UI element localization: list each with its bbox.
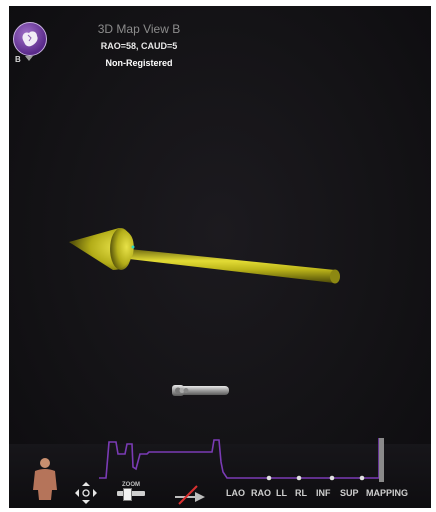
torso-orientation-icon[interactable]: [31, 456, 59, 502]
view-button-mapping[interactable]: MAPPING: [366, 488, 408, 498]
view-button-ll[interactable]: LL: [276, 488, 287, 498]
catheter-off-icon[interactable]: [173, 482, 207, 506]
signal-trace: [99, 438, 380, 481]
view-button-sup[interactable]: SUP: [340, 488, 359, 498]
view-button-rl[interactable]: RL: [295, 488, 307, 498]
chevron-down-icon[interactable]: [25, 56, 33, 61]
view-button-rao[interactable]: RAO: [251, 488, 271, 498]
3d-map-viewport[interactable]: B 3D Map View B RAO=58, CAUD=5 Non-Regis…: [9, 6, 431, 508]
catheter-model[interactable]: [172, 385, 229, 396]
heart-icon[interactable]: [13, 22, 47, 56]
view-angles: RAO=58, CAUD=5: [100, 41, 178, 51]
zoom-slider[interactable]: ZOOM: [113, 482, 149, 504]
mapping-slider[interactable]: [379, 438, 384, 482]
view-title: 3D Map View B: [97, 22, 181, 36]
orientation-arrow[interactable]: [69, 228, 340, 284]
navigation-pad-icon[interactable]: [73, 480, 99, 506]
view-button-inf[interactable]: INF: [316, 488, 331, 498]
view-button-lao[interactable]: LAO: [226, 488, 245, 498]
registration-status: Non-Registered: [105, 58, 173, 68]
view-letter: B: [15, 55, 21, 64]
scene-canvas: [69, 228, 384, 482]
zoom-handle[interactable]: [123, 488, 132, 501]
